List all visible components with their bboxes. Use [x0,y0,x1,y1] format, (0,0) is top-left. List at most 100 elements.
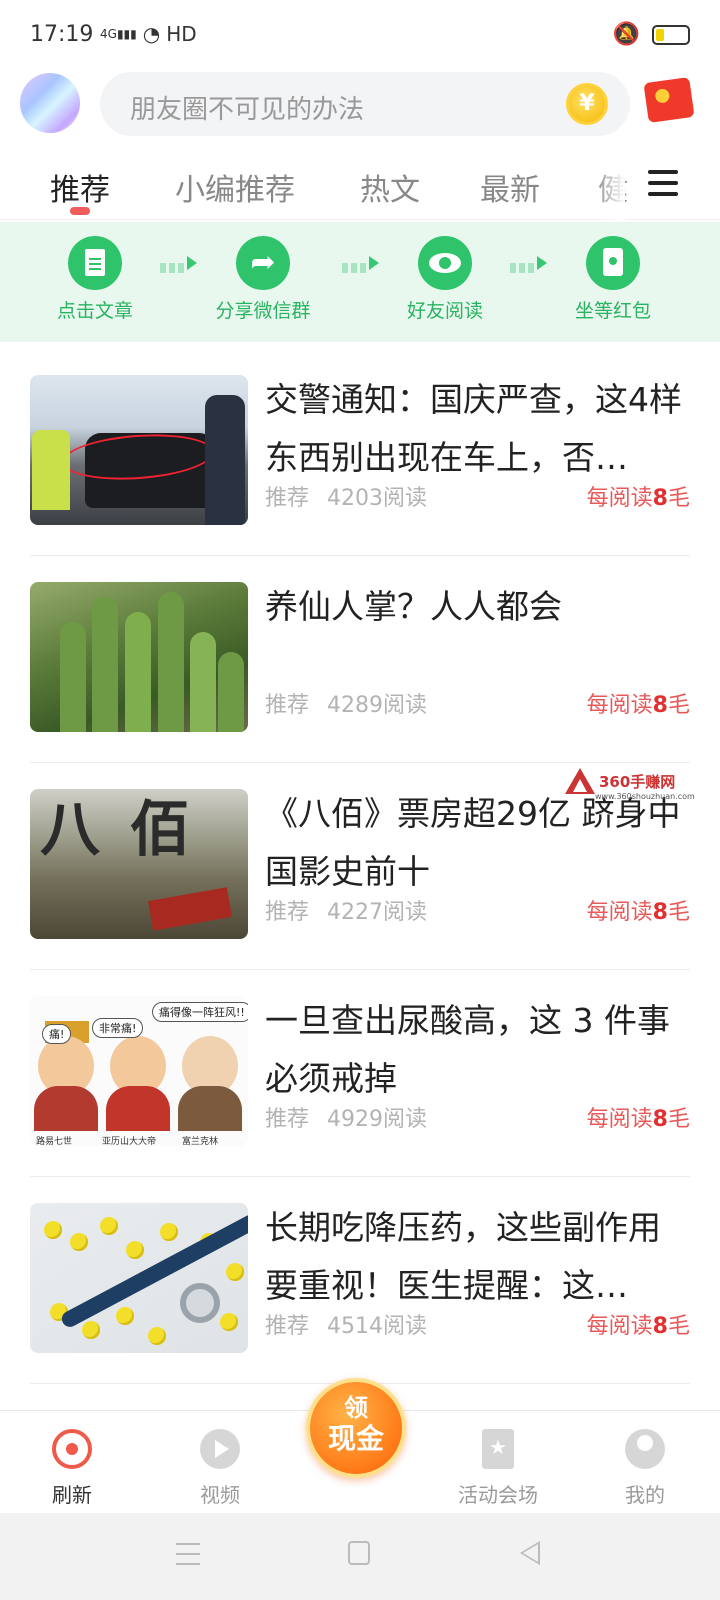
refresh-icon [52,1429,92,1469]
step-label: 点击文章 [56,300,133,322]
article-tag: 推荐 [265,693,310,718]
wifi-label: HD [166,22,197,46]
step-click-article: 点击文章 [20,236,170,323]
reward-amount: 8 [652,693,668,718]
reward-amount: 8 [652,900,668,925]
network-type: 4G [100,27,117,41]
reward-prefix: 每阅读 [586,1107,653,1132]
reward-unit: 毛 [667,693,690,718]
nav-profile[interactable]: 我的 [585,1429,705,1508]
article-meta: 推荐 4289阅读 [265,687,427,719]
tab-fade [595,145,625,220]
system-nav-bar [0,1513,720,1600]
nav-label: 刷新 [52,1483,92,1507]
cash-line-2: 现金 [327,1422,384,1455]
read-count: 4514阅读 [327,1314,428,1339]
coin-icon[interactable]: ¥ [566,83,608,125]
article-item[interactable]: 养仙人掌？人人都会 推荐 4289阅读 每阅读8毛 [30,552,690,763]
watermark: 360手赚网 www.360shouzhuan.com [565,768,695,801]
nav-video[interactable]: 视频 [160,1429,280,1508]
reward-unit: 毛 [667,1314,690,1339]
tab-hot[interactable]: 热文 [360,165,420,209]
article-thumbnail [30,582,248,732]
tab-latest[interactable]: 最新 [480,165,540,209]
nav-label: 我的 [625,1483,665,1507]
article-meta: 推荐 4227阅读 [265,894,427,926]
reward-label: 每阅读8毛 [587,1308,690,1340]
share-icon: ➦ [236,236,290,290]
reward-unit: 毛 [667,900,690,925]
nav-events[interactable]: ★ 活动会场 [438,1429,558,1508]
article-thumbnail [30,375,248,525]
recent-apps-icon[interactable] [176,1543,200,1565]
reward-prefix: 每阅读 [586,486,653,511]
speech-bubble: 非常痛! [92,1018,144,1038]
article-title: 养仙人掌？人人都会 [265,587,562,626]
watermark-url: www.360shouzhuan.com [595,792,695,801]
article-title: 长期吃降压药，这些副作用要重视！医生提醒：这… [265,1208,661,1305]
nav-refresh[interactable]: 刷新 [12,1429,132,1508]
article-item[interactable]: 痛! 非常痛! 痛得像一阵狂风!! 路易七世 亚历山大大帝 富兰克林 一旦查出尿… [30,966,690,1177]
status-time: 17:19 [30,22,94,47]
back-icon[interactable] [520,1541,540,1565]
read-count: 4929阅读 [327,1107,428,1132]
article-title: 交警通知：国庆严查，这4样东西别出现在车上，否… [265,380,682,477]
avatar[interactable] [20,73,80,133]
tab-indicator [70,207,90,215]
article-meta: 推荐 4203阅读 [265,480,427,512]
article-title: 一旦查出尿酸高，这 3 件事必须戒掉 [265,1001,670,1098]
menu-icon[interactable] [648,170,680,196]
article-item[interactable]: 交警通知：国庆严查，这4样东西别出现在车上，否… 推荐 4203阅读 每阅读8毛 [30,345,690,556]
reward-prefix: 每阅读 [586,1314,653,1339]
read-count: 4203阅读 [327,486,428,511]
tab-editor-picks[interactable]: 小编推荐 [175,165,295,209]
tab-recommend[interactable]: 推荐 [50,165,110,209]
status-right: 🔕 [613,22,690,47]
earning-steps-banner[interactable]: 点击文章 ➦ 分享微信群 好友阅读 坐等红包 [0,222,720,342]
signal-icon: 4G▮▮▮ [100,27,137,41]
reward-amount: 8 [652,486,668,511]
reward-amount: 8 [652,1107,668,1132]
claim-cash-button[interactable]: 领 现金 [306,1378,406,1478]
home-icon[interactable] [348,1541,370,1565]
search-placeholder: 朋友圈不可见的办法 [130,95,365,125]
article-tag: 推荐 [265,900,310,925]
search-header: 朋友圈不可见的办法 ¥ [0,70,720,140]
caption: 路易七世 [36,1137,73,1146]
reward-prefix: 每阅读 [586,693,653,718]
reward-label: 每阅读8毛 [587,894,690,926]
nav-label: 活动会场 [458,1483,538,1507]
step-label: 好友阅读 [406,300,483,322]
reward-label: 每阅读8毛 [587,1101,690,1133]
battery-icon [652,24,690,45]
step-label: 分享微信群 [215,300,311,322]
watermark-text: 360手赚网 [599,772,676,791]
caption: 富兰克林 [182,1137,219,1146]
status-icons: 4G▮▮▮ ◔ HD [100,22,197,46]
search-input[interactable]: 朋友圈不可见的办法 ¥ [100,72,630,136]
read-count: 4227阅读 [327,900,428,925]
wifi-icon: ◔ [142,22,161,46]
article-tag: 推荐 [265,1314,310,1339]
mute-icon: 🔕 [612,22,640,47]
nav-label: 视频 [200,1483,240,1507]
step-friend-read: 好友阅读 [370,236,520,323]
reward-prefix: 每阅读 [586,900,653,925]
article-item[interactable]: 长期吃降压药，这些副作用要重视！医生提醒：这… 推荐 4514阅读 每阅读8毛 [30,1173,690,1384]
speech-bubble: 痛! [42,1024,72,1044]
reward-amount: 8 [652,1314,668,1339]
reward-label: 每阅读8毛 [587,480,690,512]
document-icon [68,236,122,290]
reward-unit: 毛 [667,1107,690,1132]
article-meta: 推荐 4929阅读 [265,1101,427,1133]
thumbnail-text: 八佰 [40,795,220,865]
red-packet-icon[interactable] [643,76,695,124]
reward-unit: 毛 [667,486,690,511]
read-count: 4289阅读 [327,693,428,718]
step-wait-red-packet: 坐等红包 [538,236,688,323]
user-icon [625,1429,665,1469]
star-icon: ★ [482,1429,514,1469]
status-bar: 17:19 4G▮▮▮ ◔ HD 🔕 [0,0,720,70]
reward-label: 每阅读8毛 [587,687,690,719]
article-tag: 推荐 [265,486,310,511]
